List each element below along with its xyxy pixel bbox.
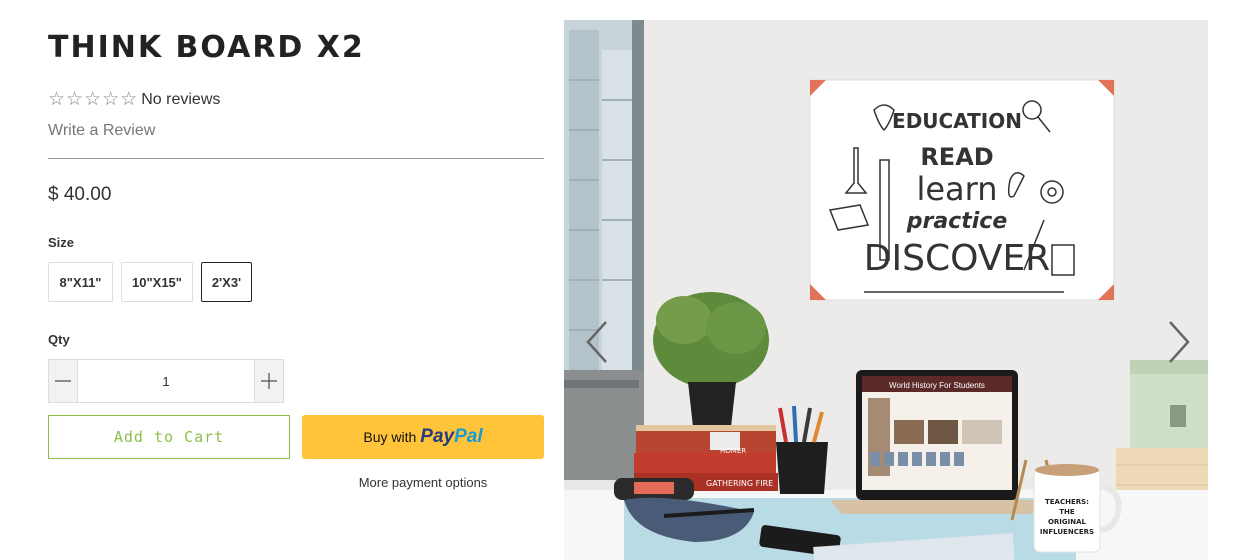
svg-text:DISCOVER: DISCOVER xyxy=(864,238,1050,279)
product-info: THINK BOARD X2 ☆ ☆ ☆ ☆ ☆ No reviews Writ… xyxy=(48,0,544,560)
svg-text:ORIGINAL: ORIGINAL xyxy=(1048,518,1087,526)
size-option-10x15[interactable]: 10"X15" xyxy=(121,262,193,302)
paypal-logo-pay: Pay xyxy=(420,426,455,447)
svg-text:INFLUENCERS: INFLUENCERS xyxy=(1040,528,1094,536)
add-to-cart-button[interactable]: Add to Cart xyxy=(48,415,290,459)
quantity-stepper xyxy=(48,359,284,403)
laptop-title: World History For Students xyxy=(889,381,985,390)
chevron-left-icon[interactable] xyxy=(582,320,612,364)
svg-text:THE: THE xyxy=(1059,508,1075,516)
size-option-8x11[interactable]: 8"X11" xyxy=(48,262,113,302)
svg-text:TEACHERS:: TEACHERS: xyxy=(1045,498,1089,506)
svg-text:GATHERING FIRE: GATHERING FIRE xyxy=(706,479,773,488)
rating-row: ☆ ☆ ☆ ☆ ☆ No reviews xyxy=(48,90,220,110)
product-title: THINK BOARD X2 xyxy=(48,30,365,65)
star-empty-icon: ☆ xyxy=(48,89,66,110)
plus-icon[interactable] xyxy=(255,360,283,402)
size-label: Size xyxy=(48,235,75,250)
star-empty-icon: ☆ xyxy=(84,89,102,110)
paypal-logo-pal: Pal xyxy=(454,426,483,447)
svg-text:learn: learn xyxy=(916,170,997,208)
svg-text:HOMER: HOMER xyxy=(720,447,746,455)
star-empty-icon: ☆ xyxy=(102,89,120,110)
svg-text:READ: READ xyxy=(920,143,993,171)
chevron-right-icon[interactable] xyxy=(1164,320,1194,364)
minus-icon[interactable] xyxy=(49,360,77,402)
star-empty-icon: ☆ xyxy=(66,89,84,110)
qty-label: Qty xyxy=(48,332,70,347)
svg-text:practice: practice xyxy=(906,209,1008,234)
size-option-2x3[interactable]: 2'X3' xyxy=(201,262,252,302)
more-payment-options-link[interactable]: More payment options xyxy=(302,475,544,490)
divider xyxy=(48,158,544,159)
poster-word: EDUCATION xyxy=(892,109,1022,133)
review-count: No reviews xyxy=(141,91,221,108)
paypal-button[interactable]: Buy with Pay Pal xyxy=(302,415,544,459)
star-empty-icon: ☆ xyxy=(120,89,138,110)
product-price: $ 40.00 xyxy=(48,184,112,205)
quantity-input[interactable] xyxy=(77,360,255,402)
product-image-gallery: EDUCATION READ learn practice DISCOVER G… xyxy=(564,20,1208,560)
product-photo: EDUCATION READ learn practice DISCOVER G… xyxy=(564,20,1208,560)
paypal-prefix: Buy with xyxy=(363,429,417,445)
write-review-link[interactable]: Write a Review xyxy=(48,122,155,140)
